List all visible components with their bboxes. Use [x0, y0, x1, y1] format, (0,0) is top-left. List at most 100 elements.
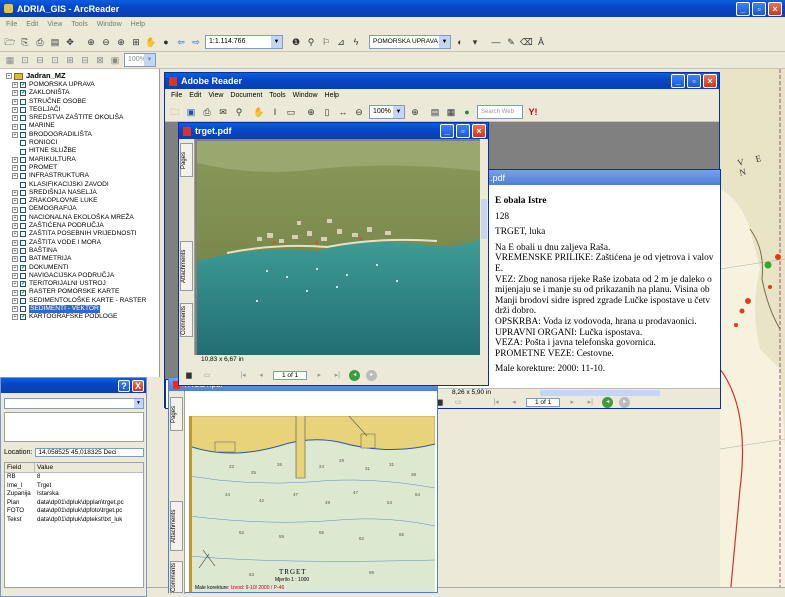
layer-checkbox[interactable] — [20, 148, 26, 155]
layer-item[interactable]: + INFRASTRUKTURA — [12, 172, 159, 180]
expand-icon[interactable]: + — [12, 256, 18, 263]
layer-item[interactable]: + ✔ RASTER POMORSKE KARTE — [12, 288, 159, 296]
expand-icon[interactable]: + — [12, 231, 18, 238]
pan-icon[interactable]: ✥ — [64, 36, 76, 48]
layer-checkbox[interactable] — [20, 165, 26, 172]
layer-checkbox[interactable] — [20, 272, 26, 279]
menu-tools[interactable]: Tools — [269, 92, 285, 99]
expand-icon[interactable]: + — [12, 248, 18, 255]
identify-results-tree[interactable] — [4, 412, 144, 442]
search-icon[interactable]: ⚲ — [233, 106, 245, 118]
layer-item[interactable]: + ✔ KARTOGRAFSKE PODLOGE — [12, 313, 159, 321]
zoom-out-icon[interactable]: ⊖ — [353, 106, 365, 118]
prev-page-icon[interactable]: ◂ — [255, 370, 267, 381]
tab-comments[interactable]: Comments — [170, 561, 183, 593]
tab-attachments[interactable]: Attachments — [170, 501, 183, 551]
value-column-header[interactable]: Value — [35, 463, 53, 472]
zoom-in-icon[interactable]: ⊕ — [409, 106, 421, 118]
layout-zoom-combo[interactable]: 100% ▼ — [124, 53, 156, 67]
toc-root[interactable]: − Jadran_MZ — [6, 71, 159, 81]
maximize-button[interactable]: ▫ — [687, 74, 701, 88]
first-page-icon[interactable]: |◂ — [237, 370, 249, 381]
expand-icon[interactable]: + — [12, 314, 18, 321]
select-tool-icon[interactable]: I — [269, 106, 281, 118]
layer-item[interactable]: HITNE SLUŽBE — [12, 147, 159, 155]
layer-item[interactable]: + NACIONALNA EKOLOŠKA MREŽA — [12, 214, 159, 222]
scroll-thumb[interactable] — [481, 199, 487, 239]
layer-item[interactable]: + BRODOGRADILIŠTA — [12, 131, 159, 139]
field-column-header[interactable]: Field — [5, 463, 35, 472]
expand-icon[interactable]: + — [12, 239, 18, 246]
layout-icon-2[interactable]: ⊡ — [19, 54, 31, 66]
location-field[interactable]: 14,058525 45,018325 Deci — [35, 447, 144, 457]
layer-checkbox[interactable] — [20, 206, 26, 213]
layer-item[interactable]: + SEDIMENTOLOŠKE KARTE - RASTER — [12, 297, 159, 305]
first-page-icon[interactable]: |◂ — [490, 397, 502, 408]
text-pdf-hscroll[interactable]: 8,26 x 5,90 in — [430, 388, 720, 396]
attribute-row[interactable]: FOTO data\dp01\dpluk\dpfoto\trget.pc — [5, 507, 143, 516]
layer-combo[interactable]: POMORSKA UPRAVA ▼ — [369, 34, 451, 49]
layer-item[interactable]: + ZRAKOPLOVNE LUKE — [12, 197, 159, 205]
layer-item[interactable]: KLASIFIKACIJSKI ZAVODI — [12, 181, 159, 189]
prev-page-icon[interactable]: ◂ — [508, 397, 520, 408]
minimize-button[interactable]: _ — [671, 74, 685, 88]
layer-checkbox[interactable] — [20, 297, 26, 304]
expand-icon[interactable]: + — [12, 107, 18, 114]
fixed-zoom-in-icon[interactable]: ⊕ — [115, 36, 127, 48]
forward-icon[interactable]: ⇨ — [190, 36, 202, 48]
menu-window[interactable]: Window — [293, 92, 318, 99]
photo-hscroll[interactable]: 10,83 x 6,67 in — [179, 355, 488, 365]
swipe-icon[interactable]: ◐ — [454, 36, 466, 48]
save-icon[interactable]: ▣ — [185, 106, 197, 118]
layer-item[interactable]: + NAVIGACIJSKA PODRUČJA — [12, 272, 159, 280]
layer-checkbox[interactable] — [20, 131, 26, 138]
menu-file[interactable]: File — [6, 21, 17, 28]
expand-icon[interactable]: + — [12, 264, 18, 271]
yahoo-icon[interactable]: Y! — [527, 106, 539, 118]
tab-attachments[interactable]: Attachments — [180, 241, 193, 291]
collapse-icon[interactable]: − — [6, 73, 12, 79]
print-icon[interactable]: ⎙ — [201, 106, 213, 118]
layer-checkbox[interactable] — [20, 248, 26, 255]
photo-vscroll[interactable] — [480, 139, 488, 355]
layer-item[interactable]: + SEDIMENTI - VEKTOR — [12, 305, 159, 314]
layer-checkbox[interactable] — [20, 198, 26, 205]
expand-icon[interactable]: + — [12, 198, 18, 205]
layout-icon-1[interactable]: ▦ — [4, 54, 16, 66]
layer-checkbox[interactable] — [20, 190, 26, 196]
layer-checkbox[interactable]: ✔ — [20, 264, 26, 271]
layer-item[interactable]: + ✔ TERITORIJALNI USTROJ — [12, 280, 159, 288]
layout-icon-5[interactable]: ⊞ — [64, 54, 76, 66]
back-icon[interactable]: ⇦ — [175, 36, 187, 48]
layer-checkbox[interactable] — [20, 173, 26, 180]
full-extent-icon[interactable]: ● — [160, 36, 172, 48]
open-icon[interactable]: 🗁 — [4, 36, 16, 48]
layer-checkbox[interactable] — [20, 214, 26, 221]
photo-pdf-titlebar[interactable]: trget.pdf _ ▫ × — [179, 123, 488, 139]
eraser-icon[interactable]: ⌫ — [520, 36, 533, 48]
fixed-zoom-out-icon[interactable]: ⊞ — [130, 36, 142, 48]
zoom-combo[interactable]: 100% ▼ — [369, 104, 405, 119]
minimize-button[interactable]: _ — [736, 1, 750, 16]
layer-checkbox[interactable] — [20, 306, 26, 313]
menu-window[interactable]: Window — [97, 21, 122, 28]
tab-pages[interactable]: Pages — [180, 143, 193, 177]
actual-size-icon[interactable]: ▯ — [321, 106, 333, 118]
tab-comments[interactable]: Comments — [180, 303, 193, 337]
expand-icon[interactable]: + — [12, 82, 18, 89]
find-icon[interactable]: ⚲ — [305, 36, 317, 48]
attribute-row[interactable]: Plan data\dp01\dpluk\dpplan\trget.pc — [5, 499, 143, 508]
expand-icon[interactable]: + — [12, 306, 18, 313]
tasks-icon[interactable]: ▦ — [445, 106, 457, 118]
expand-icon[interactable]: + — [12, 289, 18, 296]
navigation-icon[interactable]: ▆ — [183, 370, 195, 381]
menu-edit[interactable]: Edit — [26, 21, 38, 28]
maximize-button[interactable]: ▫ — [456, 124, 470, 138]
help-button[interactable]: ? — [118, 379, 130, 392]
menu-tools[interactable]: Tools — [71, 21, 87, 28]
layer-item[interactable]: + SREDIŠNJA NASELJA — [12, 189, 159, 197]
expand-icon[interactable]: + — [12, 223, 18, 230]
maximize-button[interactable]: ▫ — [752, 1, 766, 16]
line-icon[interactable]: — — [490, 36, 502, 48]
layer-item[interactable]: + ✔ DOKUMENTI — [12, 264, 159, 272]
